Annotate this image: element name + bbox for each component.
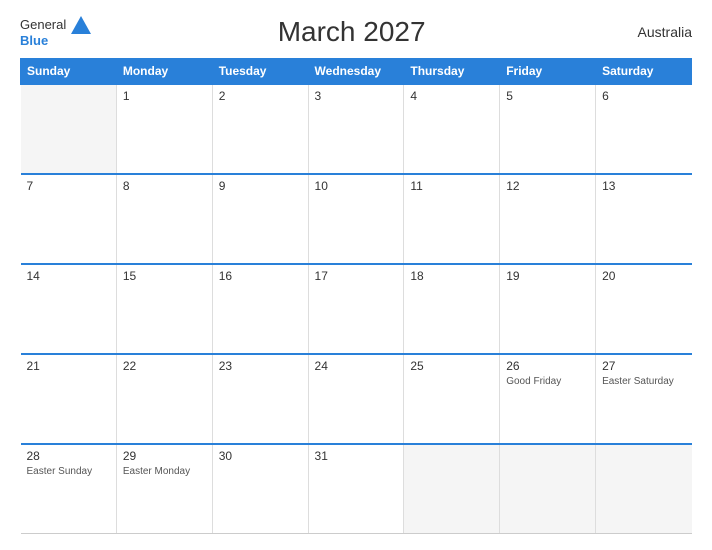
- logo-text-general: General: [20, 18, 66, 32]
- day-number: 9: [219, 179, 302, 193]
- day-cell: 9: [212, 174, 308, 264]
- day-number: 29: [123, 449, 206, 463]
- page-title: March 2027: [91, 16, 612, 48]
- calendar-table: Sunday Monday Tuesday Wednesday Thursday…: [20, 58, 692, 534]
- day-cell: 28 Easter Sunday: [21, 444, 117, 534]
- day-number: 8: [123, 179, 206, 193]
- logo-text-blue: Blue: [20, 34, 48, 48]
- day-number: 6: [602, 89, 685, 103]
- day-cell: 29 Easter Monday: [116, 444, 212, 534]
- day-cell: 27 Easter Saturday: [596, 354, 692, 444]
- header-row: Sunday Monday Tuesday Wednesday Thursday…: [21, 59, 692, 85]
- day-number: 28: [27, 449, 110, 463]
- day-cell: 12: [500, 174, 596, 264]
- day-number: 5: [506, 89, 589, 103]
- day-number: 14: [27, 269, 110, 283]
- day-cell: 17: [308, 264, 404, 354]
- day-number: 25: [410, 359, 493, 373]
- day-number: 24: [315, 359, 398, 373]
- day-cell: 25: [404, 354, 500, 444]
- day-cell: 14: [21, 264, 117, 354]
- day-number: 11: [410, 179, 493, 193]
- week-row-0: 123456: [21, 84, 692, 174]
- day-cell: 30: [212, 444, 308, 534]
- col-tuesday: Tuesday: [212, 59, 308, 85]
- day-number: 27: [602, 359, 685, 373]
- page: General Blue March 2027 Australia Sunday…: [0, 0, 712, 550]
- logo: General Blue: [20, 16, 91, 48]
- day-cell: 21: [21, 354, 117, 444]
- holiday-label: Easter Saturday: [602, 375, 685, 388]
- day-cell: 22: [116, 354, 212, 444]
- day-number: 21: [27, 359, 110, 373]
- col-saturday: Saturday: [596, 59, 692, 85]
- col-thursday: Thursday: [404, 59, 500, 85]
- day-cell: 26 Good Friday: [500, 354, 596, 444]
- day-cell: 10: [308, 174, 404, 264]
- day-cell: 5: [500, 84, 596, 174]
- day-number: 31: [315, 449, 398, 463]
- day-cell: 1: [116, 84, 212, 174]
- day-number: 7: [27, 179, 110, 193]
- country-label: Australia: [612, 24, 692, 40]
- day-number: 4: [410, 89, 493, 103]
- day-cell: 18: [404, 264, 500, 354]
- day-cell: 8: [116, 174, 212, 264]
- day-cell: [404, 444, 500, 534]
- day-number: 17: [315, 269, 398, 283]
- day-number: 26: [506, 359, 589, 373]
- day-cell: 4: [404, 84, 500, 174]
- week-row-3: 21 22 23 24 25 26 Good Friday 27 Easter Saturday: [21, 354, 692, 444]
- day-cell: [500, 444, 596, 534]
- day-number: 2: [219, 89, 302, 103]
- day-cell: 19: [500, 264, 596, 354]
- day-cell: 7: [21, 174, 117, 264]
- col-friday: Friday: [500, 59, 596, 85]
- logo-triangle-icon: [71, 16, 91, 34]
- day-number: 15: [123, 269, 206, 283]
- day-number: 20: [602, 269, 685, 283]
- week-row-4: 28 Easter Sunday 29 Easter Monday 30 31: [21, 444, 692, 534]
- col-sunday: Sunday: [21, 59, 117, 85]
- col-monday: Monday: [116, 59, 212, 85]
- day-number: 18: [410, 269, 493, 283]
- week-row-2: 14 15 16 17 18 19 20: [21, 264, 692, 354]
- day-number: 23: [219, 359, 302, 373]
- day-cell: 31: [308, 444, 404, 534]
- holiday-label: Easter Monday: [123, 465, 206, 478]
- day-number: 10: [315, 179, 398, 193]
- day-number: 19: [506, 269, 589, 283]
- day-cell: 24: [308, 354, 404, 444]
- day-number: 13: [602, 179, 685, 193]
- day-cell: 20: [596, 264, 692, 354]
- day-cell: 3: [308, 84, 404, 174]
- day-cell: 23: [212, 354, 308, 444]
- day-cell: 15: [116, 264, 212, 354]
- day-cell: 6: [596, 84, 692, 174]
- day-cell: [596, 444, 692, 534]
- day-number: 1: [123, 89, 206, 103]
- day-number: 3: [315, 89, 398, 103]
- day-number: 30: [219, 449, 302, 463]
- day-cell: 2: [212, 84, 308, 174]
- day-cell: 11: [404, 174, 500, 264]
- day-number: 12: [506, 179, 589, 193]
- week-row-1: 789 10 11 12 13: [21, 174, 692, 264]
- day-cell: [21, 84, 117, 174]
- holiday-label: Good Friday: [506, 375, 589, 388]
- day-number: 22: [123, 359, 206, 373]
- header: General Blue March 2027 Australia: [20, 16, 692, 48]
- day-cell: 13: [596, 174, 692, 264]
- day-cell: 16: [212, 264, 308, 354]
- holiday-label: Easter Sunday: [27, 465, 110, 478]
- col-wednesday: Wednesday: [308, 59, 404, 85]
- day-number: 16: [219, 269, 302, 283]
